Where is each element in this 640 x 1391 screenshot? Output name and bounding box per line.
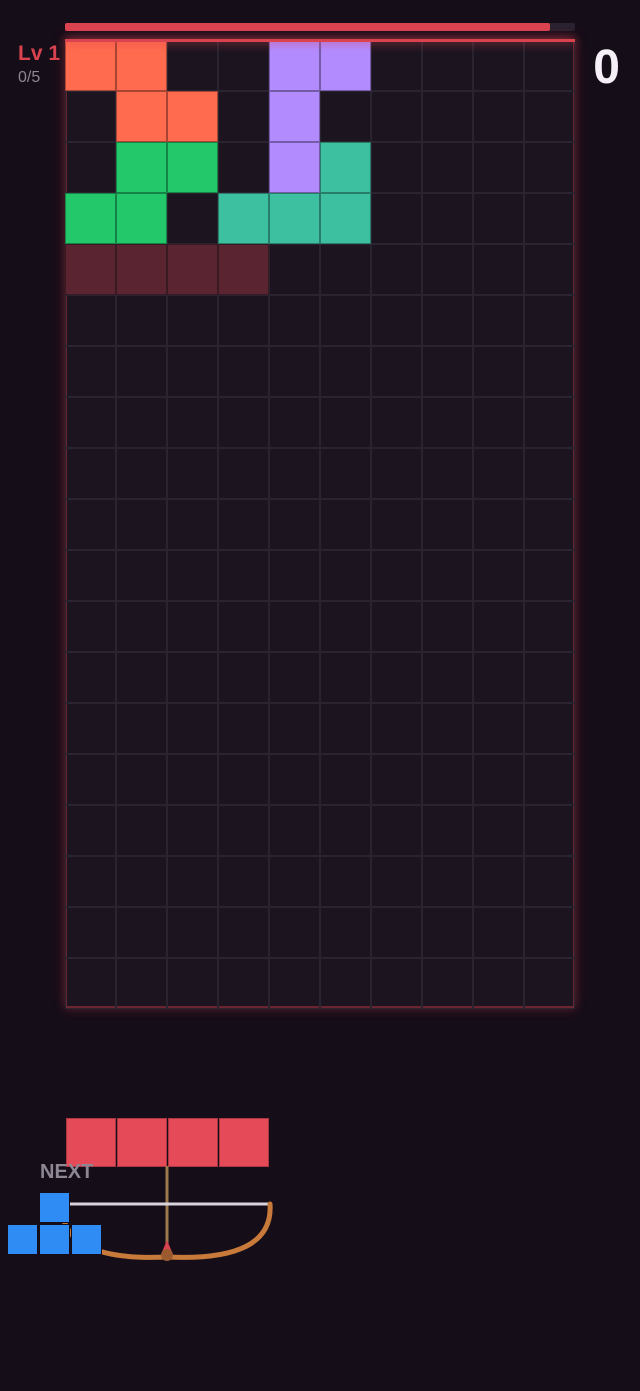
next-piece-block (7, 1224, 38, 1255)
next-label: NEXT (40, 1161, 94, 1183)
bow-icon[interactable] (0, 0, 640, 1391)
next-piece-block (71, 1224, 102, 1255)
bow-grip (161, 1249, 173, 1261)
next-piece-block (39, 1192, 70, 1223)
next-piece-block (39, 1224, 70, 1255)
